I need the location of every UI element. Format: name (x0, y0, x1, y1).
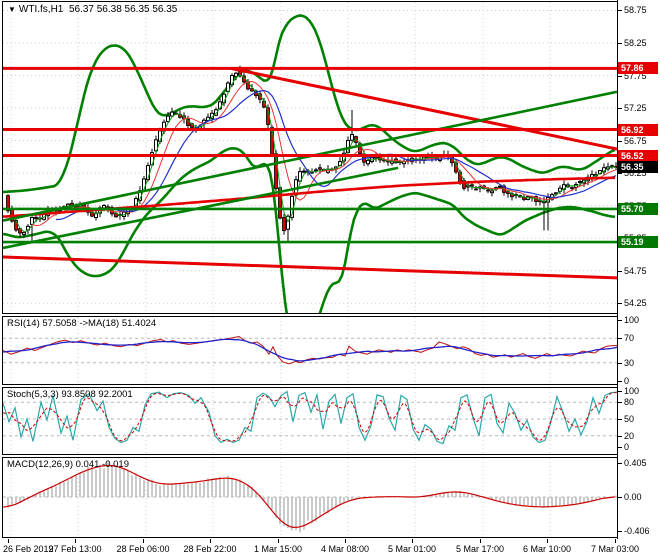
stoch-tick-label: 50 (624, 414, 635, 424)
green-level-badge: 55.19 (618, 236, 658, 249)
price-tick-label: 54.25 (624, 298, 647, 309)
green-level-badge: 55.70 (618, 202, 658, 215)
candle-body (366, 159, 370, 165)
time-axis-tick (8, 539, 9, 543)
candle-body (470, 184, 474, 187)
time-axis-tick (412, 539, 413, 543)
rsi-tick-label: 0 (624, 376, 630, 386)
time-axis-tick (547, 539, 548, 543)
axis-tick (618, 140, 622, 142)
candle-body (34, 216, 38, 220)
time-tick-label: 5 Mar 01:00 (387, 544, 437, 554)
time-tick-label: 4 Mar 08:00 (320, 544, 370, 554)
axis-tick (618, 402, 622, 404)
time-axis[interactable]: 26 Feb 2019 27 Feb 13:00 28 Feb 06:00 28 Fe… (0, 539, 660, 560)
rsi-panel[interactable]: RSI(14) 57.5058 ->MA(18) 51.4024 (2, 316, 618, 385)
chart-window: ▼ WTI.fs,H1 56.37 56.38 56.35 56.35 RSI(1… (0, 0, 660, 560)
red-trendline (230, 66, 617, 151)
candle-body (314, 169, 318, 172)
price-tick-label: 57.25 (624, 103, 647, 114)
time-axis-tick (143, 539, 144, 543)
axis-tick (618, 303, 622, 305)
axis-tick (618, 381, 622, 382)
rsi-tick-label: 30 (624, 357, 635, 368)
rsi-tick-label: 70 (624, 333, 635, 344)
candle-body (474, 188, 478, 191)
axis-tick (618, 42, 622, 44)
macd-tick-label: 0.405 (624, 457, 647, 468)
time-tick-label: 5 Mar 17:00 (455, 544, 505, 554)
candle-body (578, 181, 582, 184)
candle-body (570, 187, 574, 189)
stoch-tick-label: 0 (624, 442, 630, 452)
macd-tick-label: -0.406 (624, 526, 650, 537)
axis-tick (618, 108, 622, 110)
candle-body (486, 189, 490, 192)
axis-tick (618, 391, 622, 392)
time-axis-tick (345, 539, 346, 543)
candle-body (522, 197, 526, 200)
main-chart-plot[interactable] (3, 2, 617, 313)
time-tick-label: 6 Mar 10:00 (522, 544, 572, 554)
time-tick-label: 7 Mar 03:00 (590, 544, 640, 554)
last-price-badge: 56.35 (618, 160, 658, 173)
axis-tick (618, 447, 622, 448)
stoch-tick-label: 80 (624, 397, 635, 408)
candle-body (102, 205, 106, 209)
ohlc-readout: 56.37 56.38 56.35 56.35 (68, 4, 178, 15)
candle-body (318, 167, 322, 170)
axis-tick (618, 10, 622, 12)
axis-tick (618, 270, 622, 272)
candle-body (30, 216, 34, 225)
candle-body (350, 134, 354, 141)
candle-body (22, 232, 26, 235)
time-axis-tick (480, 539, 481, 543)
stoch-tick-label: 100 (624, 386, 640, 396)
time-axis-tick (278, 539, 279, 543)
red-level-badge: 56.92 (618, 123, 658, 136)
axis-tick (618, 435, 622, 437)
axis-tick (618, 419, 622, 420)
candle-body (234, 72, 238, 77)
stoch-tick-label: 20 (624, 430, 635, 441)
stoch-panel[interactable]: Stoch(5,3,3) 93.8508 92.2001 (2, 387, 618, 455)
macd-label: MACD(12,26,9) 0.041 -0.019 (7, 459, 129, 470)
symbol-title: WTI.fs,H1 (18, 4, 64, 15)
main-chart-panel[interactable]: ▼ WTI.fs,H1 56.37 56.38 56.35 56.35 (2, 1, 618, 314)
candle-body (490, 190, 494, 194)
axis-tick (618, 338, 622, 340)
rsi-label: RSI(14) 57.5058 ->MA(18) 51.4024 (7, 318, 157, 329)
price-tick-label: 54.75 (624, 265, 647, 276)
price-tick-label: 58.25 (624, 37, 647, 48)
time-tick-label: 28 Feb 06:00 (116, 544, 170, 554)
axis-tick (618, 173, 622, 175)
candle-body (302, 170, 306, 173)
axis-tick (618, 320, 622, 321)
candle-body (282, 216, 286, 232)
chart-title-row: ▼ WTI.fs,H1 56.37 56.38 56.35 56.35 (8, 4, 177, 15)
macd-panel[interactable]: MACD(12,26,9) 0.041 -0.019 (2, 457, 618, 538)
axis-tick (618, 75, 622, 77)
time-tick-label: 1 Mar 15:00 (253, 544, 303, 554)
axis-tick (618, 497, 622, 498)
time-tick-label: 28 Feb 22:00 (183, 544, 237, 554)
symbol-marker-icon: ▼ (8, 5, 16, 14)
red-level-badge: 57.86 (618, 62, 658, 75)
price-tick-label: 58.75 (624, 5, 647, 16)
time-axis-tick (615, 539, 616, 543)
candle-body (610, 165, 614, 168)
axis-tick (618, 462, 622, 464)
rsi-tick-label: 100 (624, 315, 640, 325)
stoch-label: Stoch(5,3,3) 93.8508 92.2001 (7, 389, 133, 400)
price-axis[interactable]: 58.7558.2557.7557.2556.7556.2555.7555.25… (618, 0, 660, 540)
candle-body (498, 185, 502, 188)
time-axis-tick (75, 539, 76, 543)
price-tick-label: 56.75 (624, 135, 647, 146)
axis-tick (618, 531, 622, 533)
time-axis-tick (210, 539, 211, 543)
axis-tick (618, 362, 622, 364)
time-tick-label: 27 Feb 13:00 (48, 544, 102, 554)
macd-tick-label: 0.00 (624, 492, 642, 502)
